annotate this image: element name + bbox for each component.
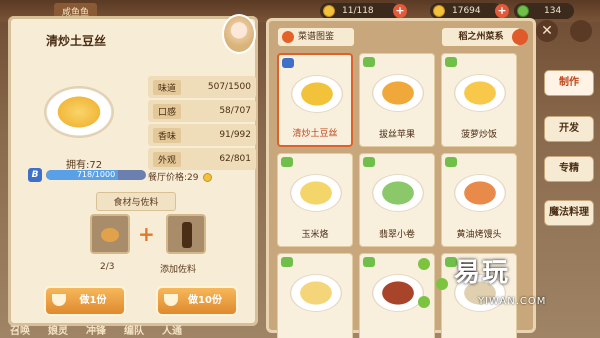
dish-icon: [291, 75, 343, 113]
dish-icon: [290, 274, 342, 312]
tab-make[interactable]: 制作: [544, 70, 594, 96]
dish-image: [44, 86, 114, 138]
stat-row: 口感 58/707: [148, 100, 256, 122]
leaf-tag-icon: [363, 57, 375, 67]
recipe-card[interactable]: 翡翠小卷: [359, 153, 435, 247]
dish-icon: [372, 74, 424, 112]
grade-b-icon: [282, 58, 294, 68]
nav-team[interactable]: 编队: [124, 322, 144, 338]
watermark-node-icon: [418, 296, 430, 308]
dish-icon: [454, 174, 506, 212]
leaf-tag-icon: [281, 157, 293, 167]
recipe-card[interactable]: [277, 253, 353, 338]
chef-avatar[interactable]: [222, 14, 256, 54]
recipe-name: 菠萝炒饭: [460, 130, 497, 140]
recipe-card[interactable]: 拔丝苹果: [359, 53, 435, 147]
bottom-nav: 召唤 娘灵 冲锋 编队 人通: [0, 322, 270, 338]
cook-ten-button[interactable]: 做10份: [156, 286, 238, 316]
nav-spirits[interactable]: 娘灵: [48, 322, 68, 338]
gem-icon: [517, 5, 529, 17]
add-coins-button[interactable]: +: [495, 4, 509, 18]
stat-value: 91/992: [219, 130, 251, 140]
leaf-tag-icon: [281, 257, 293, 267]
tab-develop[interactable]: 开发: [544, 116, 594, 142]
stat-label: 口感: [153, 103, 182, 119]
dish-title: 清炒土豆丝: [46, 34, 107, 48]
watermark-logo: 易玩: [454, 258, 511, 288]
dish-icon: [454, 74, 506, 112]
plus-icon: +: [138, 222, 155, 246]
energy-counter[interactable]: 11/118 +: [320, 3, 407, 19]
stat-value: 507/1500: [207, 82, 251, 92]
ingredient-count: 2/3: [100, 262, 115, 272]
nav-connect[interactable]: 人通: [162, 322, 182, 338]
dish-icon: [372, 174, 424, 212]
search-icon: [282, 31, 294, 43]
stat-label: 外观: [153, 151, 182, 167]
coin-counter[interactable]: 17694 +: [430, 3, 509, 19]
tab-magic-cuisine[interactable]: 魔法料理: [544, 200, 594, 226]
nav-summon[interactable]: 召唤: [10, 322, 30, 338]
seasoning-slot[interactable]: [166, 214, 206, 254]
stat-row: 外观 62/801: [148, 148, 256, 170]
stat-row: 香味 91/992: [148, 124, 256, 146]
recipe-card[interactable]: 玉米烙: [277, 153, 353, 247]
owned-count: 拥有:72: [66, 160, 103, 171]
watermark: 易玩 YIWAN.COM: [414, 252, 594, 332]
dish-stats: 味道 507/1500 口感 58/707 香味 91/992 外观 62/80…: [148, 76, 256, 172]
recipe-card[interactable]: 菠萝炒饭: [441, 53, 517, 147]
seasoning-bottle-icon: [182, 222, 192, 248]
recipe-name: 清炒土豆丝: [292, 129, 338, 139]
energy-value: 11/118: [342, 6, 374, 16]
coin-icon: [203, 173, 213, 182]
recipe-book-button[interactable]: 菜谱图鉴: [277, 27, 355, 47]
restaurant-price: 餐厅价格:29: [148, 170, 213, 183]
add-seasoning-label: 添加佐料: [160, 265, 197, 275]
ingredients-label: 食材与佐料: [96, 192, 176, 211]
nav-charge[interactable]: 冲锋: [86, 322, 106, 338]
leaf-tag-icon: [445, 157, 457, 167]
leaf-tag-icon: [445, 57, 457, 67]
dish-exp-text: 718/1000: [76, 170, 116, 179]
gem-counter[interactable]: 134: [514, 3, 574, 19]
utensils-icon[interactable]: [570, 20, 592, 42]
recipe-name: 翡翠小卷: [378, 230, 415, 240]
stat-label: 味道: [153, 79, 182, 95]
coin-value: 17694: [452, 6, 481, 16]
energy-icon: [323, 5, 335, 17]
stat-label: 香味: [153, 127, 182, 143]
dish-level-badge: B: [28, 168, 42, 182]
price-text: 餐厅价格:29: [148, 173, 199, 183]
watermark-url: YIWAN.COM: [478, 296, 547, 307]
ingredient-slot-potato[interactable]: [90, 214, 130, 254]
leaf-tag-icon: [363, 257, 375, 267]
cook-one-button[interactable]: 做1份: [44, 286, 126, 316]
potato-icon: [101, 228, 119, 242]
gem-value: 134: [544, 6, 562, 16]
cook-ten-label: 做10份: [188, 295, 222, 306]
leaf-tag-icon: [363, 157, 375, 167]
recipe-card[interactable]: 清炒土豆丝: [277, 53, 353, 147]
coin-icon: [433, 5, 445, 17]
recipe-card[interactable]: 黄油烤馒头: [441, 153, 517, 247]
stat-value: 62/801: [219, 154, 251, 164]
pot-icon: [164, 294, 178, 306]
recipe-name: 玉米烙: [301, 230, 329, 240]
dish-icon: [290, 174, 342, 212]
recipe-name: 拔丝苹果: [378, 130, 415, 140]
recipe-book-label: 菜谱图鉴: [298, 32, 335, 42]
pot-icon: [52, 294, 66, 306]
close-icon[interactable]: ✕: [536, 20, 558, 42]
dish-detail-panel: 清炒土豆丝 拥有:72 B 718/1000 味道 507/1500 口感 58…: [8, 16, 258, 326]
cook-one-label: 做1份: [79, 295, 107, 306]
add-energy-button[interactable]: +: [393, 4, 407, 18]
cuisine-region-label: 稻之州菜系: [458, 32, 504, 42]
dish-exp-bar: 718/1000: [46, 170, 146, 180]
cuisine-region-button[interactable]: 稻之州菜系: [441, 27, 528, 47]
stat-value: 58/707: [219, 106, 251, 116]
recipe-name: 黄油烤馒头: [456, 230, 502, 240]
tab-mastery[interactable]: 专精: [544, 156, 594, 182]
region-badge-icon: [512, 29, 528, 45]
stat-row: 味道 507/1500: [148, 76, 256, 98]
